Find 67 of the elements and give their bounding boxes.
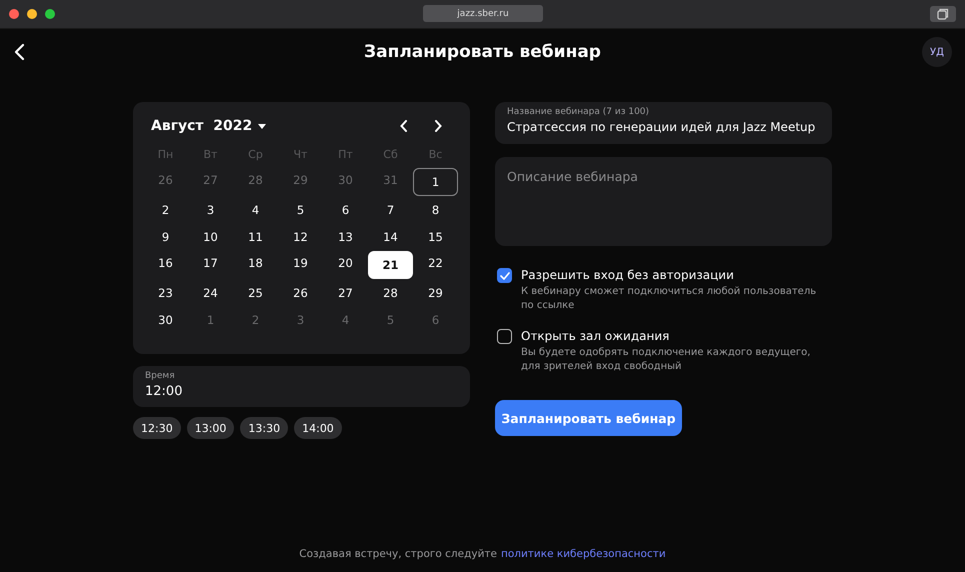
tabs-button[interactable] [930, 6, 956, 22]
calendar-day[interactable]: 9 [144, 224, 186, 249]
webinar-name-field[interactable]: Название вебинара (7 из 100) Стратсессия по генерации идей для Jazz Meetup [495, 102, 832, 144]
policy-link[interactable]: политике кибербезопасности [500, 548, 666, 560]
calendar-day[interactable]: 8 [414, 198, 456, 222]
page-title: Запланировать вебинар [364, 42, 601, 62]
weekday-label: Сб [382, 148, 399, 163]
calendar-day[interactable]: 24 [190, 281, 232, 306]
time-chip[interactable]: 13:30 [240, 417, 288, 439]
weekday-label: Ср [247, 148, 264, 163]
calendar-day[interactable]: 15 [414, 224, 456, 249]
calendar-day[interactable]: 13 [324, 224, 366, 249]
calendar-day[interactable]: 14 [370, 224, 412, 249]
previous-month-button[interactable] [398, 118, 410, 134]
option-hint: Вы будете одобрять подключение каждого ведущего, для зрителей вход свободный [521, 346, 812, 374]
calendar-day[interactable]: 19 [280, 251, 322, 276]
calendar-day[interactable]: 10 [190, 224, 232, 249]
user-avatar[interactable]: УД [922, 37, 952, 67]
calendar-day[interactable]: 29 [414, 281, 456, 306]
calendar-day[interactable]: 11 [234, 224, 276, 249]
calendar-day[interactable]: 12 [280, 224, 322, 249]
description-field[interactable]: Описание вебинара [495, 157, 832, 246]
checkbox[interactable] [497, 268, 512, 283]
calendar-day[interactable]: 4 [234, 198, 276, 222]
calendar-day[interactable]: 23 [144, 281, 186, 306]
weekday-label: Чт [292, 148, 308, 163]
calendar-day[interactable]: 17 [190, 251, 232, 276]
caret-icon [258, 124, 266, 128]
back-button[interactable] [14, 43, 26, 61]
weekday-label: Вс [428, 148, 444, 163]
time-chip[interactable]: 13:00 [186, 417, 234, 439]
calendar-day[interactable]: 18 [234, 251, 276, 276]
time-field[interactable]: Время 12:00 [133, 366, 470, 407]
close-icon[interactable] [9, 9, 19, 19]
calendar-day[interactable]: 21 [368, 251, 413, 279]
calendar-day[interactable]: 16 [144, 251, 186, 276]
calendar-day[interactable]: 25 [234, 281, 276, 306]
option-hint: К вебинару сможет подключиться любой пользователь по ссылке [521, 285, 818, 313]
month-selector[interactable]: Август 2022 [143, 118, 266, 134]
time-chip[interactable]: 14:00 [294, 417, 342, 439]
address-bar[interactable]: jazz.sber.ru [423, 5, 543, 22]
option-label: Разрешить вход без авторизации [521, 268, 735, 282]
calendar-day[interactable]: 5 [280, 198, 322, 222]
calendar-day[interactable]: 22 [414, 251, 456, 276]
calendar-day[interactable]: 3 [190, 198, 232, 222]
checkbox[interactable] [497, 329, 512, 344]
calendar-day[interactable]: 1 [413, 168, 458, 196]
footer-text: Создавая встречу, строго следуйте [299, 548, 497, 560]
time-chip[interactable]: 12:30 [133, 417, 181, 439]
calendar-day[interactable]: 7 [370, 198, 412, 222]
checkmark-icon [500, 272, 510, 280]
tabs-icon [937, 8, 949, 20]
calendar-day[interactable]: 2 [144, 198, 186, 222]
weekday-label: Пт [337, 148, 354, 163]
calendar-day[interactable]: 30 [144, 308, 186, 332]
schedule-button[interactable]: Запланировать вебинар [495, 400, 682, 436]
minimize-icon[interactable] [27, 9, 37, 19]
maximize-icon[interactable] [45, 9, 55, 19]
calendar-day[interactable]: 6 [324, 198, 366, 222]
calendar-day[interactable]: 27 [324, 281, 366, 306]
weekday-label: Пн [156, 148, 174, 163]
weekday-label: Вт [202, 148, 218, 163]
calendar-day[interactable]: 26 [280, 281, 322, 306]
calendar-day[interactable]: 20 [324, 251, 366, 276]
option-label: Открыть зал ожидания [521, 329, 670, 343]
calendar-day[interactable]: 28 [370, 281, 412, 306]
next-month-button[interactable] [432, 118, 444, 134]
